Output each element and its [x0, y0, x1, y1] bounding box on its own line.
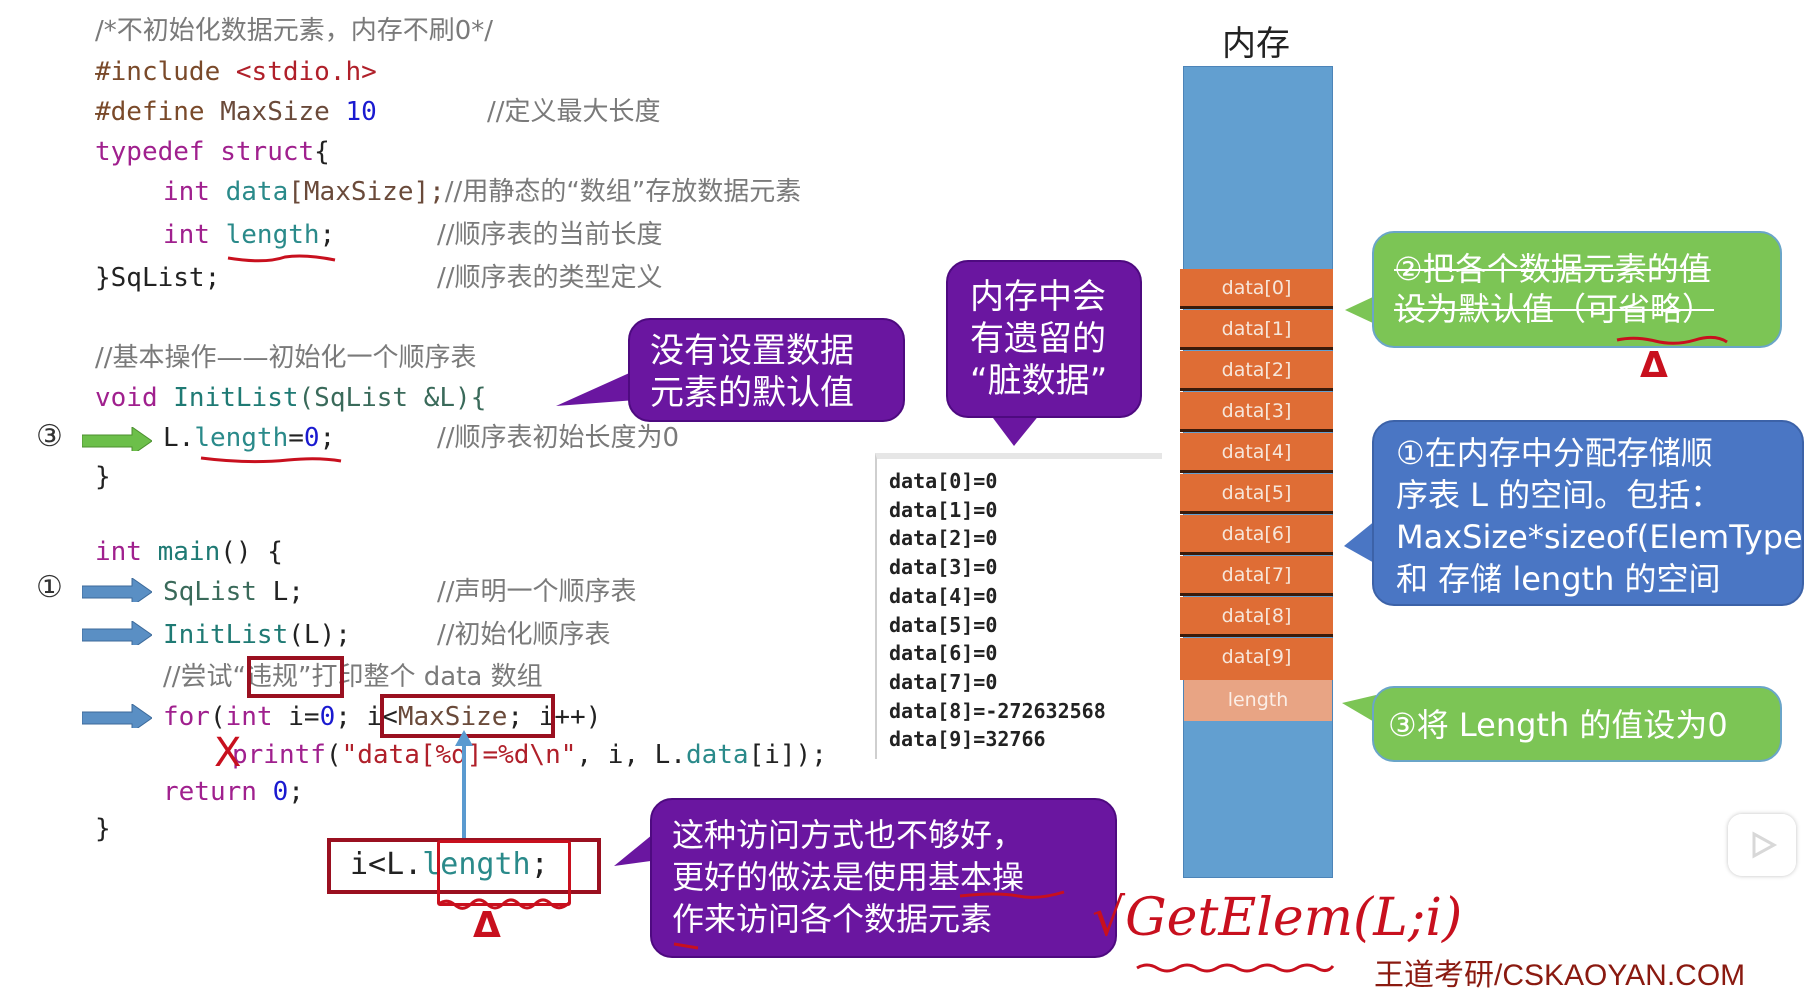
- connector-arrowhead-icon: [455, 730, 473, 746]
- memory-cell: data[5]: [1180, 474, 1333, 514]
- code-line-initlist-comment: //基本操作——初始化一个顺序表: [95, 343, 477, 373]
- console-line: data[2]=0: [889, 526, 998, 551]
- red-squiggle-optional: [1616, 335, 1728, 345]
- code-line-struct-close: }SqList;: [95, 263, 221, 293]
- memory-cell: data[3]: [1180, 392, 1333, 432]
- bilibili-tv-icon[interactable]: [1728, 814, 1796, 876]
- memory-cell: data[0]: [1180, 269, 1333, 309]
- step-1-marker: ①: [36, 570, 63, 605]
- blue-arrow-icon: [82, 621, 152, 645]
- code-line-length-field: int length;: [163, 220, 336, 250]
- code-line-initlist-signature: void InitList(SqList &L){: [95, 383, 487, 413]
- code-comment-call: //初始化顺序表: [437, 620, 611, 650]
- callout-dirty-data: 内存中会 有遗留的 “脏数据”: [946, 260, 1142, 418]
- play-icon: [1752, 831, 1778, 859]
- callout-step-2-default-values: ②把各个数据元素的值 设为默认值（可省略）: [1372, 231, 1782, 348]
- code-comment-length: //顺序表的当前长度: [437, 220, 663, 250]
- memory-cell: data[2]: [1180, 351, 1333, 391]
- bubble-tail: [990, 414, 1040, 446]
- red-underline-length: [227, 254, 336, 263]
- red-triangle-mark: Δ: [473, 905, 501, 946]
- code-line-initlist-close: }: [95, 462, 111, 492]
- memory-cell-length: length: [1184, 680, 1332, 721]
- code-comment-declare: //声明一个顺序表: [437, 577, 637, 607]
- green-arrow-icon: [82, 427, 152, 451]
- memory-cell: data[1]: [1180, 310, 1333, 350]
- handwritten-getelem: √GetElem(L;i): [1092, 888, 1463, 948]
- red-underline-basic-op: [959, 890, 1065, 899]
- memory-cell: data[7]: [1180, 556, 1333, 596]
- code-line-data-field: int data[MaxSize];//用静态的“数组”存放数据元素: [163, 177, 802, 207]
- bubble-tail: [1345, 296, 1375, 324]
- code-line-typedef: typedef struct{: [95, 137, 330, 167]
- memory-cell: data[6]: [1180, 515, 1333, 555]
- console-line: data[7]=0: [889, 669, 998, 694]
- code-line-printf: printf("data[%d]=%d\n", i, L.data[i]);: [232, 740, 827, 770]
- memory-cell: data[4]: [1180, 433, 1333, 473]
- memory-cell: data[8]: [1180, 597, 1333, 637]
- code-line-define: #define MaxSize 10: [95, 97, 377, 127]
- console-line: data[8]=-272632568: [889, 698, 1106, 723]
- blue-arrow-icon: [82, 578, 152, 602]
- code-line-call-initlist: InitList(L);: [163, 620, 351, 650]
- code-line-return: return 0;: [163, 777, 304, 807]
- console-line: data[5]=0: [889, 612, 998, 637]
- step-3-marker: ③: [36, 419, 63, 454]
- code-line-declare: SqList L;: [163, 577, 304, 607]
- console-line: data[4]=0: [889, 583, 998, 608]
- console-line: data[6]=0: [889, 641, 998, 666]
- code-line-main-close: }: [95, 814, 111, 844]
- red-tick-mark: [673, 942, 699, 950]
- console-output: data[0]=0 data[1]=0 data[2]=0 data[3]=0 …: [875, 453, 1162, 759]
- connector-line: [462, 736, 466, 840]
- code-comment-assign: //顺序表初始长度为0: [437, 423, 680, 453]
- highlight-box-violation: [247, 656, 344, 698]
- code-line-header-comment: /*不初始化数据元素，内存不刷0*/: [95, 16, 494, 46]
- bubble-tail: [556, 370, 636, 406]
- callout-no-default-value: 没有设置数据 元素的默认值: [628, 318, 905, 422]
- red-x-mark: X: [214, 730, 242, 776]
- code-comment-struct: //顺序表的类型定义: [437, 263, 663, 293]
- callout-step-1-allocate: ①在内存中分配存储顺 序表 L 的空间。包括： MaxSize*sizeof(E…: [1372, 420, 1806, 606]
- memory-title: 内存: [1222, 24, 1290, 64]
- code-comment-define: //定义最大长度: [487, 97, 661, 127]
- console-line: data[0]=0: [889, 469, 998, 493]
- callout-step-3-length-zero: ③将 Length 的值设为0: [1372, 686, 1782, 762]
- bubble-tail: [1342, 695, 1376, 723]
- code-line-main: int main() {: [95, 537, 283, 567]
- console-line: data[1]=0: [889, 497, 998, 522]
- code-line-try-comment: //尝试“违规”打印整个 data 数组: [163, 662, 543, 692]
- code-line-include: #include <stdio.h>: [95, 57, 377, 87]
- red-underline-length-assign: [200, 456, 342, 464]
- console-line: data[9]=32766: [889, 727, 1046, 752]
- memory-cell: data[9]: [1180, 638, 1333, 680]
- code-line-length-assign: L.length=0;: [163, 423, 336, 453]
- red-squiggle-getelem: [1136, 963, 1335, 973]
- console-line: data[3]=0: [889, 555, 998, 580]
- blue-arrow-icon: [82, 704, 152, 728]
- watermark: 王道考研/CSKAOYAN.COM: [1374, 959, 1746, 992]
- red-triangle-mark: Δ: [1640, 345, 1668, 386]
- red-squiggle-length: [438, 898, 571, 910]
- callout-better-way: 这种访问方式也不够好， 更好的做法是使用基本操 作来访问各个数据元素: [650, 798, 1117, 958]
